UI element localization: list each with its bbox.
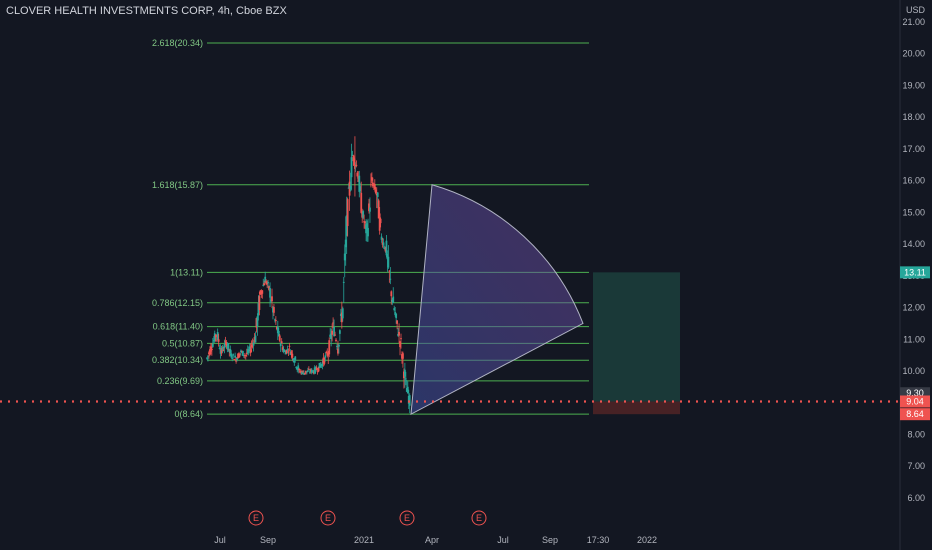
fib-label-0: 0(8.64) [174, 409, 203, 419]
candle-body [379, 218, 382, 224]
candle-body [390, 291, 393, 297]
y-tick-label-1: 7.00 [907, 461, 925, 471]
fib-label-2: 0.382(10.34) [152, 355, 203, 365]
price-tag-label-2: 9.04 [906, 396, 924, 406]
candle-body [392, 296, 395, 303]
y-tick-label-15: 21.00 [902, 17, 925, 27]
fib-label-3: 0.5(10.87) [162, 338, 203, 348]
earnings-label-2: E [404, 513, 410, 523]
x-tick-label-3: Apr [425, 535, 439, 545]
candle-body [278, 335, 281, 341]
long-position-zones[interactable] [593, 272, 680, 415]
y-tick-label-12: 18.00 [902, 112, 925, 122]
candle-body [338, 330, 341, 334]
y-tick-label-9: 15.00 [902, 207, 925, 217]
candle-body [279, 343, 282, 347]
candle-body [254, 335, 257, 343]
candle-body [346, 199, 349, 227]
x-tick-label-5: Sep [542, 535, 558, 545]
candle-body [288, 345, 291, 347]
earnings-label-0: E [253, 513, 259, 523]
y-tick-label-14: 20.00 [902, 49, 925, 59]
y-tick-label-6: 12.00 [902, 303, 925, 313]
price-chart[interactable]: 0(8.64) 0.236(9.69) 0.382(10.34) 0.5(10.87)… [0, 0, 932, 550]
candle-body [395, 313, 398, 319]
candle-body [273, 307, 275, 313]
fib-label-8: 2.618(20.34) [152, 38, 203, 48]
fib-label-5: 0.786(12.15) [152, 298, 203, 308]
candle-body [274, 320, 277, 322]
chart-title: CLOVER HEALTH INVESTMENTS CORP, 4h, Cboe… [6, 5, 287, 17]
candle-body [223, 343, 226, 349]
y-tick-label-2: 8.00 [907, 429, 925, 439]
candle-body [267, 282, 270, 284]
y-tick-label-13: 19.00 [902, 80, 925, 90]
currency-label: USD [906, 5, 926, 15]
candle-body [400, 338, 402, 340]
candle-body [287, 351, 290, 353]
candle-body [233, 359, 236, 361]
candle-body [355, 164, 358, 166]
candle-body [232, 354, 235, 356]
stop-zone [593, 401, 680, 415]
candle-body [306, 370, 309, 372]
x-tick-label-0: Jul [214, 535, 226, 545]
x-tick-label-1: Sep [260, 535, 276, 545]
candle-body [217, 339, 220, 342]
price-tag-label-0: 13.11 [904, 267, 926, 277]
candle-body [369, 207, 371, 212]
candle-body [331, 330, 334, 335]
candle-body [382, 242, 385, 246]
fib-label-7: 1.618(15.87) [152, 180, 203, 190]
x-tick-label-4: Jul [497, 535, 509, 545]
candle-body [396, 320, 399, 324]
x-tick-label-2: 2021 [354, 535, 374, 545]
candle-body [402, 353, 404, 359]
candle-body [341, 308, 344, 319]
fib-label-1: 0.236(9.69) [157, 376, 203, 386]
candle-body [328, 340, 331, 355]
y-tick-label-8: 14.00 [902, 239, 925, 249]
candle-body [211, 343, 214, 347]
candle-body [370, 184, 372, 186]
fib-label-6: 1(13.11) [170, 267, 203, 277]
candle-body [338, 344, 340, 347]
candle-body [261, 290, 264, 294]
earnings-label-1: E [325, 513, 331, 523]
x-tick-label-7: 2022 [637, 535, 657, 545]
y-tick-label-11: 17.00 [902, 144, 925, 154]
candle-body [376, 192, 379, 197]
candle-body [334, 334, 336, 336]
fib-label-4: 0.618(11.40) [153, 322, 203, 332]
candle-body [324, 355, 327, 358]
candle-body [271, 296, 273, 302]
candle-body [280, 341, 283, 344]
y-tick-label-10: 16.00 [902, 176, 925, 186]
y-tick-label-4: 10.00 [902, 366, 925, 376]
candle-body [367, 227, 369, 237]
candle-body [258, 296, 261, 310]
candle-body [210, 348, 213, 351]
candle-body [269, 288, 271, 298]
candle-body [387, 256, 390, 268]
x-tick-label-6: 17:30 [587, 535, 610, 545]
candle-body [389, 278, 392, 280]
candle-body [350, 157, 353, 178]
candle-body [291, 353, 294, 358]
earnings-label-3: E [476, 513, 482, 523]
candle-body [263, 283, 266, 286]
candle-body [294, 356, 297, 361]
candle-body [335, 339, 337, 342]
candle-body [404, 378, 407, 380]
price-tag-label-3: 8.64 [906, 409, 924, 419]
candle-body [342, 281, 345, 283]
y-tick-label-5: 11.00 [903, 334, 925, 344]
y-tick-label-0: 6.00 [907, 493, 925, 503]
target-zone [593, 272, 680, 402]
candle-body [398, 331, 400, 336]
